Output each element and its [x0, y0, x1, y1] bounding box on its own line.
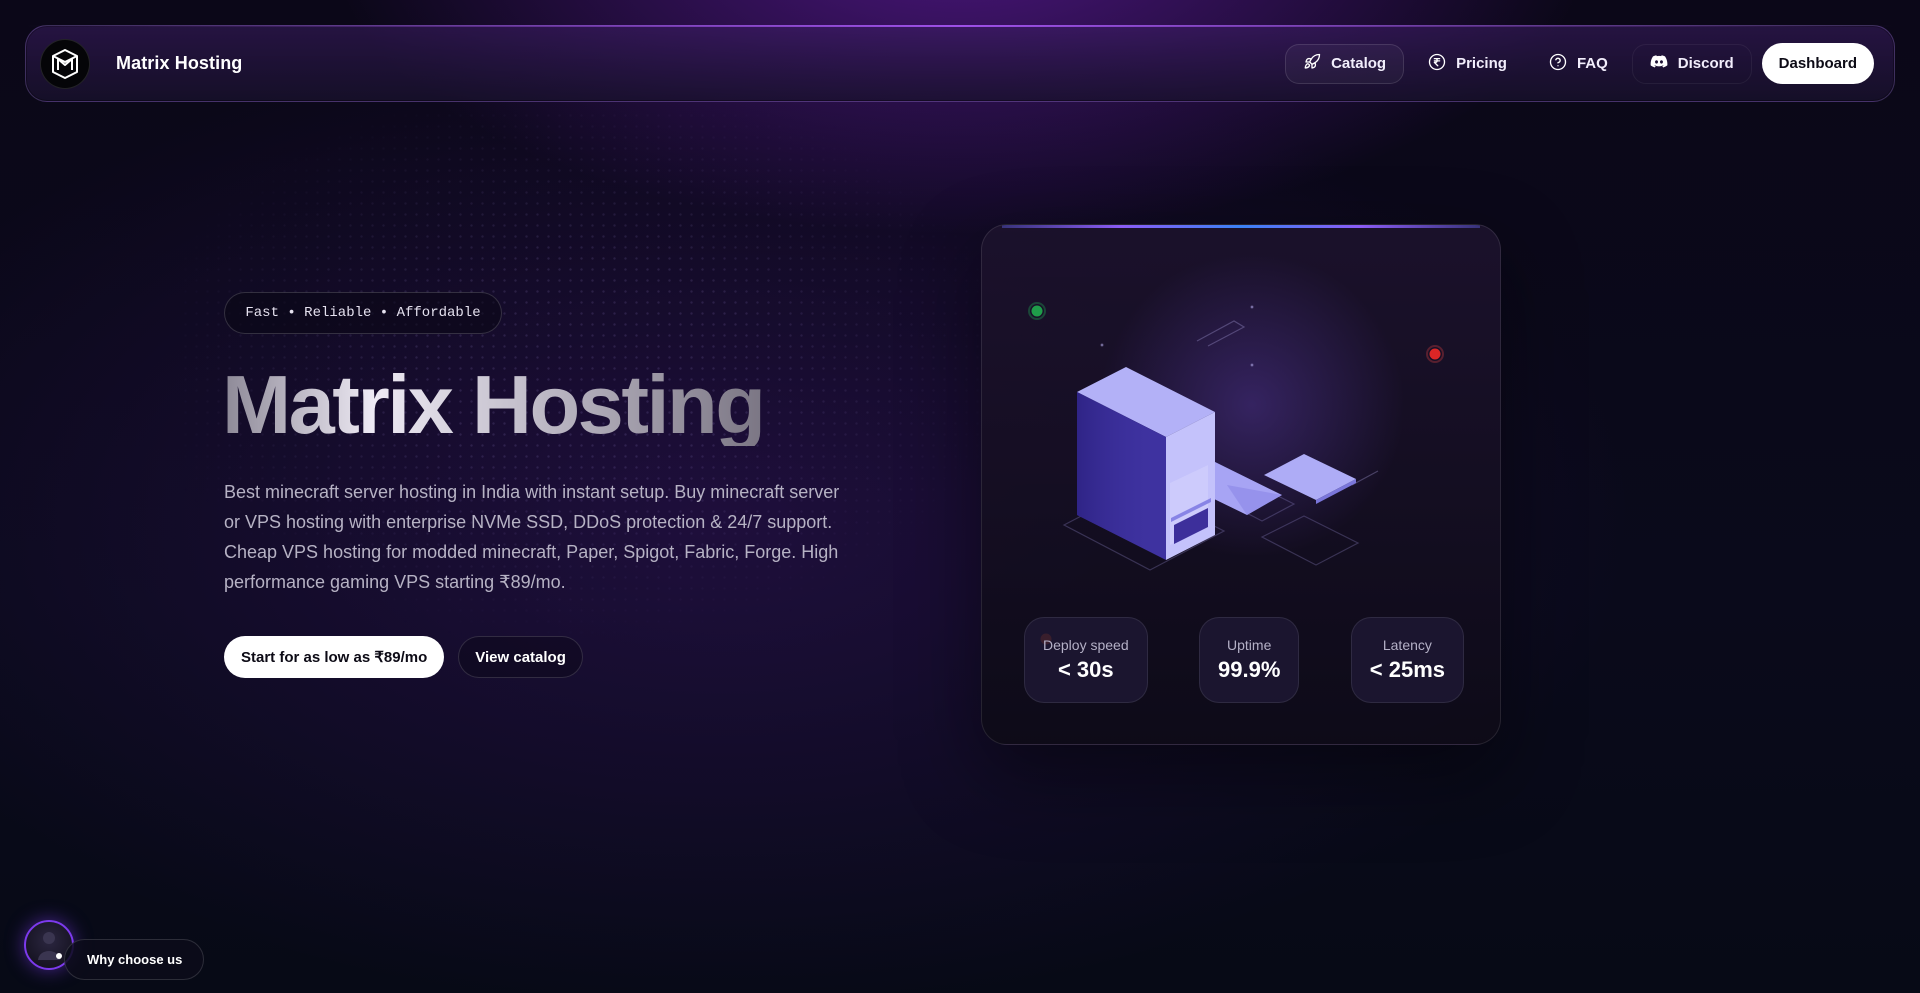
nav-link-label: Discord — [1677, 55, 1734, 72]
view-catalog-button[interactable]: View catalog — [458, 636, 583, 678]
nav-link-discord[interactable]: Discord — [1631, 43, 1752, 84]
nav-links: Catalog Pricing FAQ Discord Dashboard — [1285, 43, 1874, 84]
start-button[interactable]: Start for as low as ₹89/mo — [224, 636, 445, 678]
hero-card: Deploy speed < 30s Uptime 99.9% Latency … — [981, 224, 1501, 745]
why-choose-us-button[interactable]: Why choose us — [64, 939, 205, 980]
brand-name[interactable]: Matrix Hosting — [116, 53, 242, 74]
stat-value: 99.9% — [1218, 657, 1281, 682]
nav-link-faq[interactable]: FAQ — [1531, 44, 1626, 84]
top-navbar: Matrix Hosting Catalog Pricing FAQ Disco… — [25, 25, 1895, 102]
stat-deploy-speed: Deploy speed < 30s — [1024, 617, 1148, 703]
stat-label: Deploy speed — [1043, 637, 1129, 653]
nav-link-label: Pricing — [1456, 55, 1507, 72]
stat-label: Latency — [1382, 637, 1432, 653]
logo-icon[interactable] — [40, 38, 90, 89]
status-dot-red — [1429, 348, 1441, 360]
hero-title: Matrix Hosting — [222, 358, 766, 451]
stat-value: < 30s — [1057, 657, 1114, 682]
stat-value: < 25ms — [1369, 657, 1445, 682]
tagline-badge: Fast • Reliable • Affordable — [224, 292, 502, 334]
stat-latency: Latency < 25ms — [1350, 617, 1464, 703]
stats-row: Deploy speed < 30s Uptime 99.9% Latency … — [1024, 617, 1464, 703]
stat-label: Uptime — [1227, 637, 1272, 653]
stat-uptime: Uptime 99.9% — [1199, 617, 1300, 703]
hero-description: Best minecraft server hosting in India w… — [224, 482, 840, 592]
discord-icon — [1650, 53, 1668, 75]
help-circle-icon — [1549, 53, 1567, 75]
dashboard-button[interactable]: Dashboard — [1761, 43, 1874, 84]
nav-link-label: Catalog — [1331, 55, 1387, 72]
nav-link-pricing[interactable]: Pricing — [1410, 44, 1525, 84]
rupee-icon — [1428, 53, 1446, 75]
nav-link-catalog[interactable]: Catalog — [1285, 43, 1405, 84]
nav-link-label: FAQ — [1576, 55, 1608, 72]
avatar-figure-icon — [38, 932, 62, 960]
brand[interactable]: Matrix Hosting — [40, 38, 242, 89]
cta-row: Start for as low as ₹89/mo View catalog — [224, 636, 583, 678]
rocket-icon — [1303, 53, 1321, 75]
status-dot-green — [1031, 305, 1043, 317]
